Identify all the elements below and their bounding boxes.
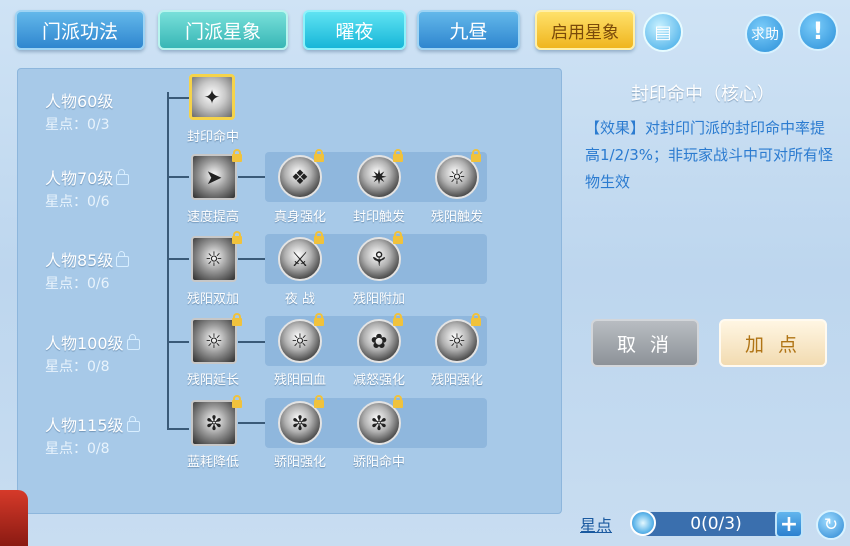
tree-connector [167,97,189,99]
add-point-button[interactable]: 加 点 [719,319,827,367]
skill-label: 残阳附加 [352,292,405,307]
skill-lan-hao-jiang-di[interactable]: ✼ [191,400,237,446]
tab-jiuzhou[interactable]: 九昼 [417,10,520,50]
level-points-100: 星点：0/8 [45,359,110,375]
book-icon[interactable]: ▤ [643,12,683,52]
tree-connector [167,92,169,429]
speed-icon: ➤ [205,165,223,189]
star-points-label[interactable]: 星点 [580,512,612,536]
skill-label: 骄阳命中 [352,455,405,470]
skill-label: 蓝耗降低 [186,455,239,470]
skill-label: 速度提高 [186,210,239,225]
skill-label: 骄阳强化 [273,455,326,470]
level-points-115: 星点：0/8 [45,441,110,457]
star-points-bar: 星点 0(0/3) + ↻ [580,510,850,540]
lock-icon [314,231,324,244]
vortex-icon: ✼ [291,411,309,435]
lock-icon [393,149,403,162]
lock-icon [471,313,481,326]
lock-icon [314,395,324,408]
lock-icon [314,149,324,162]
tab-sect-stars[interactable]: 门派星象 [158,10,288,50]
level-label-115: 人物115级 [45,412,140,436]
tree-connector [167,258,189,260]
lock-icon [471,149,481,162]
skill-label: 残阳触发 [430,210,483,225]
skill-label: 封印触发 [352,210,405,225]
level-label-70: 人物70级 [45,165,130,189]
wing-icon: ✦ [203,85,221,109]
banner-flag [0,490,28,546]
bell-icon: ⚘ [370,247,388,271]
lock-icon [232,149,242,162]
cancel-button[interactable]: 取 消 [591,319,699,367]
tree-connector [167,341,189,343]
tree-connector [238,422,266,424]
level-label-60: 人物60级 [45,92,114,111]
vortex-icon: ✼ [205,411,223,435]
skill-label: 残阳延长 [186,373,239,388]
tree-connector [167,176,189,178]
burst-icon: ✷ [370,165,388,189]
vortex-icon: ✼ [370,411,388,435]
lock-icon [232,313,242,326]
tree-connector [238,176,266,178]
level-points-85: 星点：0/6 [45,276,110,292]
help-button[interactable]: 求助 [745,14,785,54]
lock-icon [116,251,130,267]
tree-connector [238,341,266,343]
lock-icon [232,395,242,408]
skill-label: 残阳回血 [273,373,326,388]
phoenix-icon: ❖ [291,165,309,189]
tree-connector [167,428,189,430]
refresh-icon[interactable]: ↻ [816,510,846,540]
lock-icon [126,334,140,350]
lock-icon [393,313,403,326]
lock-icon [393,395,403,408]
lock-icon [393,231,403,244]
warrior-icon: ⚔ [291,247,309,271]
skill-feng-yin-ming-zhong[interactable]: ✦ [189,74,235,120]
skill-label: 残阳双加 [186,292,239,307]
sun-ray-icon: ☼ [291,329,309,353]
level-label-85: 人物85级 [45,247,130,271]
sun-ray-icon: ☼ [205,247,223,271]
lock-icon [314,313,324,326]
lock-icon [126,416,140,432]
tab-sect-skills[interactable]: 门派功法 [15,10,145,50]
level-points-70: 星点：0/6 [45,194,110,210]
skill-can-yang-shuang-jia[interactable]: ☼ [191,236,237,282]
lock-icon [232,231,242,244]
sun-ray-icon: ☼ [448,165,466,189]
tab-yaoye[interactable]: 曜夜 [303,10,406,50]
skill-label: 真身强化 [273,210,326,225]
skill-can-yang-yan-chang[interactable]: ☼ [191,318,237,364]
enable-stars-button[interactable]: 启用星象 [535,10,635,50]
level-label-100: 人物100级 [45,330,140,354]
skill-detail-title: 封印命中（核心） [631,84,775,105]
skill-label: 夜 战 [284,292,316,307]
star-points-value: 0(0/3) [642,512,790,536]
add-star-button[interactable]: + [775,510,803,538]
skill-label: 封印命中 [186,130,239,145]
lock-icon [116,169,130,185]
sun-ray-icon: ☼ [448,329,466,353]
level-points-60: 星点：0/3 [45,117,110,133]
info-icon[interactable]: ! [798,11,838,51]
fan-icon: ✿ [370,329,388,353]
sun-ray-icon: ☼ [205,329,223,353]
tree-connector [238,258,266,260]
skill-label: 减怒强化 [352,373,405,388]
star-icon [630,510,656,536]
skill-detail-description: 【效果】对封印门派的封印命中率提高1/2/3%；非玩家战斗中可对所有怪物生效 [585,119,833,191]
skill-su-du-ti-gao[interactable]: ➤ [191,154,237,200]
skill-label: 残阳强化 [430,373,483,388]
